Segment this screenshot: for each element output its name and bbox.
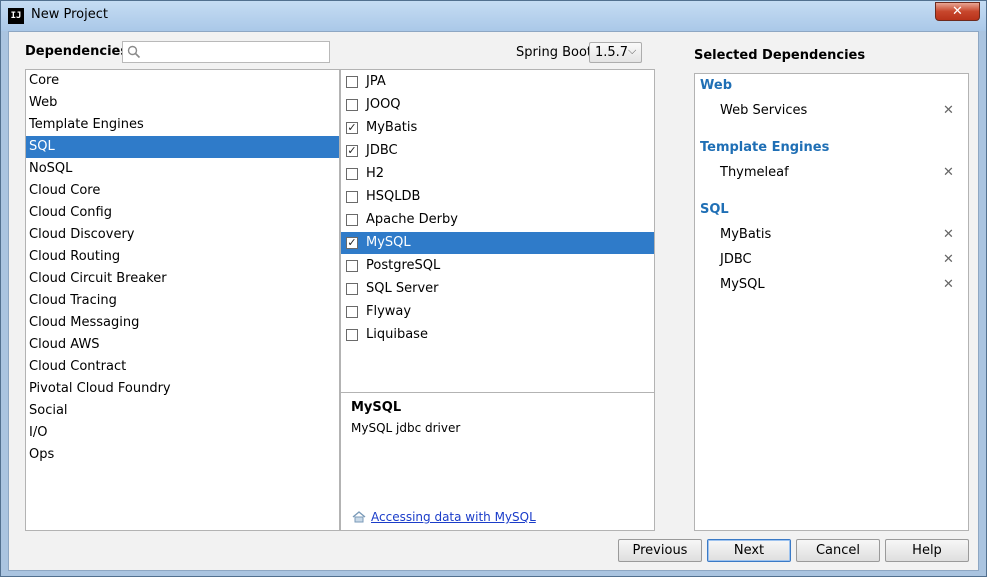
category-item[interactable]: SQL [26,136,339,158]
spring-boot-version-value: 1.5.7 [595,45,629,60]
dependency-label: JOOQ [366,97,401,112]
dialog-client-area: Dependencies Spring Boot 1.5.7 ⌵ Core Web… [8,31,979,571]
dependency-label: SQL Server [366,281,439,296]
previous-button-label: Previous [632,543,688,558]
category-item[interactable]: Cloud Core [26,180,339,202]
dependency-label: Liquibase [366,327,428,342]
intellij-app-icon: IJ [8,8,24,24]
dependencies-heading: Dependencies [25,44,129,59]
category-item[interactable]: Social [26,400,339,422]
selected-group-heading: Template Engines [700,140,830,155]
selected-dependencies-panel: Web Web Services ✕ Template Engines Thymelea… [694,73,969,531]
category-item[interactable]: Cloud Circuit Breaker [26,268,339,290]
dependency-item[interactable]: HSQLDB [341,186,654,208]
window-title: New Project [31,7,108,22]
category-item[interactable]: Cloud Routing [26,246,339,268]
cancel-button-label: Cancel [815,543,861,558]
checkbox-unchecked[interactable] [346,168,358,180]
selected-dependency-item: JDBC [720,252,752,267]
guide-link[interactable]: Accessing data with MySQL [371,510,536,524]
checkbox-unchecked[interactable] [346,306,358,318]
dependency-item[interactable]: Apache Derby [341,209,654,231]
category-item[interactable]: Pivotal Cloud Foundry [26,378,339,400]
dependency-label: JDBC [366,143,398,158]
previous-button[interactable]: Previous [618,539,702,562]
cancel-button[interactable]: Cancel [796,539,880,562]
checkbox-checked[interactable]: ✓ [346,237,358,249]
dependency-label: JPA [366,74,386,89]
description-text: MySQL jdbc driver [351,421,461,435]
remove-icon[interactable]: ✕ [943,252,954,267]
category-item[interactable]: NoSQL [26,158,339,180]
selected-dependencies-heading: Selected Dependencies [694,48,866,63]
dependency-item[interactable]: PostgreSQL [341,255,654,277]
dependency-item[interactable]: ✓ MyBatis [341,117,654,139]
dependency-list[interactable]: JPA JOOQ ✓ MyBatis ✓ JDBC H2 HSQLDB Apache Derby… [340,69,655,393]
selected-dependency-item: MyBatis [720,227,772,242]
checkbox-unchecked[interactable] [346,76,358,88]
checkbox-unchecked[interactable] [346,283,358,295]
selected-dependency-item: MySQL [720,277,765,292]
category-list[interactable]: Core Web Template Engines SQL NoSQL Cloud Cor… [25,69,340,531]
remove-icon[interactable]: ✕ [943,103,954,118]
dependency-item[interactable]: Flyway [341,301,654,323]
dependency-label: MySQL [366,235,411,250]
dependency-item[interactable]: Liquibase [341,324,654,346]
next-button[interactable]: Next [707,539,791,562]
checkbox-unchecked[interactable] [346,329,358,341]
dependency-label: PostgreSQL [366,258,441,273]
category-item[interactable]: I/O [26,422,339,444]
checkbox-unchecked[interactable] [346,214,358,226]
title-bar[interactable]: IJ New Project ✕ [1,1,986,31]
remove-icon[interactable]: ✕ [943,277,954,292]
dependency-item[interactable]: H2 [341,163,654,185]
checkbox-unchecked[interactable] [346,99,358,111]
category-item[interactable]: Web [26,92,339,114]
search-icon [127,45,141,59]
close-icon: ✕ [952,4,963,19]
new-project-window: IJ New Project ✕ Dependencies Spring Boo… [0,0,987,577]
remove-icon[interactable]: ✕ [943,165,954,180]
close-window-button[interactable]: ✕ [935,2,980,21]
dependency-label: Flyway [366,304,412,319]
home-icon [352,511,366,523]
category-item[interactable]: Cloud Contract [26,356,339,378]
dependency-item[interactable]: SQL Server [341,278,654,300]
dependency-item[interactable]: ✓ MySQL [341,232,654,254]
selected-dependency-item: Thymeleaf [720,165,789,180]
category-item[interactable]: Cloud Tracing [26,290,339,312]
category-item[interactable]: Ops [26,444,339,466]
help-button[interactable]: Help [885,539,969,562]
checkbox-checked[interactable]: ✓ [346,145,358,157]
dependency-search-input[interactable] [122,41,330,63]
dependency-label: Apache Derby [366,212,458,227]
category-item[interactable]: Cloud Config [26,202,339,224]
category-item[interactable]: Cloud Messaging [26,312,339,334]
dependency-description-panel: MySQL MySQL jdbc driver Accessing data w… [340,392,655,531]
dependency-label: MyBatis [366,120,418,135]
spring-boot-version-select[interactable]: 1.5.7 ⌵ [589,42,642,63]
dependency-item[interactable]: ✓ JDBC [341,140,654,162]
remove-icon[interactable]: ✕ [943,227,954,242]
dependency-label: HSQLDB [366,189,421,204]
checkbox-unchecked[interactable] [346,191,358,203]
category-item[interactable]: Cloud Discovery [26,224,339,246]
dependency-item[interactable]: JOOQ [341,94,654,116]
chevron-down-icon: ⌵ [628,44,637,57]
description-title: MySQL [351,400,402,415]
selected-group-heading: Web [700,78,732,93]
category-item[interactable]: Core [26,70,339,92]
checkbox-unchecked[interactable] [346,260,358,272]
checkbox-checked[interactable]: ✓ [346,122,358,134]
selected-dependency-item: Web Services [720,103,808,118]
spring-boot-label: Spring Boot [516,45,593,60]
help-button-label: Help [912,543,942,558]
dependency-label: H2 [366,166,385,181]
dependency-item[interactable]: JPA [341,71,654,93]
category-item[interactable]: Template Engines [26,114,339,136]
category-item[interactable]: Cloud AWS [26,334,339,356]
next-button-label: Next [733,543,765,558]
selected-group-heading: SQL [700,202,729,217]
